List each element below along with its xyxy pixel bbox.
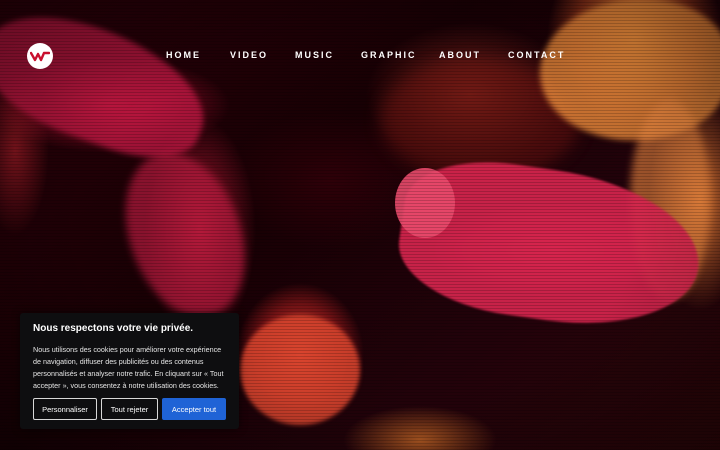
nav-item-about[interactable]: ABOUT — [439, 50, 481, 60]
nav-item-graphic[interactable]: GRAPHIC — [361, 50, 417, 60]
cookie-text: Nous utilisons des cookies pour améliore… — [33, 345, 224, 390]
cookie-banner: Nous respectons votre vie privée. Nous u… — [20, 313, 239, 429]
reject-all-button[interactable]: Tout rejeter — [101, 398, 158, 420]
nav-item-home[interactable]: HOME — [166, 50, 201, 60]
nav-item-music[interactable]: MUSIC — [295, 50, 334, 60]
waveform-logo-icon[interactable] — [27, 43, 53, 69]
nav-item-contact[interactable]: CONTACT — [508, 50, 565, 60]
waveform-logo-icon — [30, 51, 50, 62]
nav-item-video[interactable]: VIDEO — [230, 50, 268, 60]
cookie-title: Nous respectons votre vie privée. — [33, 323, 194, 334]
main-nav: HOME VIDEO MUSIC GRAPHIC ABOUT CONTACT — [148, 50, 720, 64]
accept-all-button[interactable]: Accepter tout — [162, 398, 226, 420]
customize-button[interactable]: Personnaliser — [33, 398, 97, 420]
cookie-actions: Personnaliser Tout rejeter Accepter tout — [33, 398, 226, 420]
